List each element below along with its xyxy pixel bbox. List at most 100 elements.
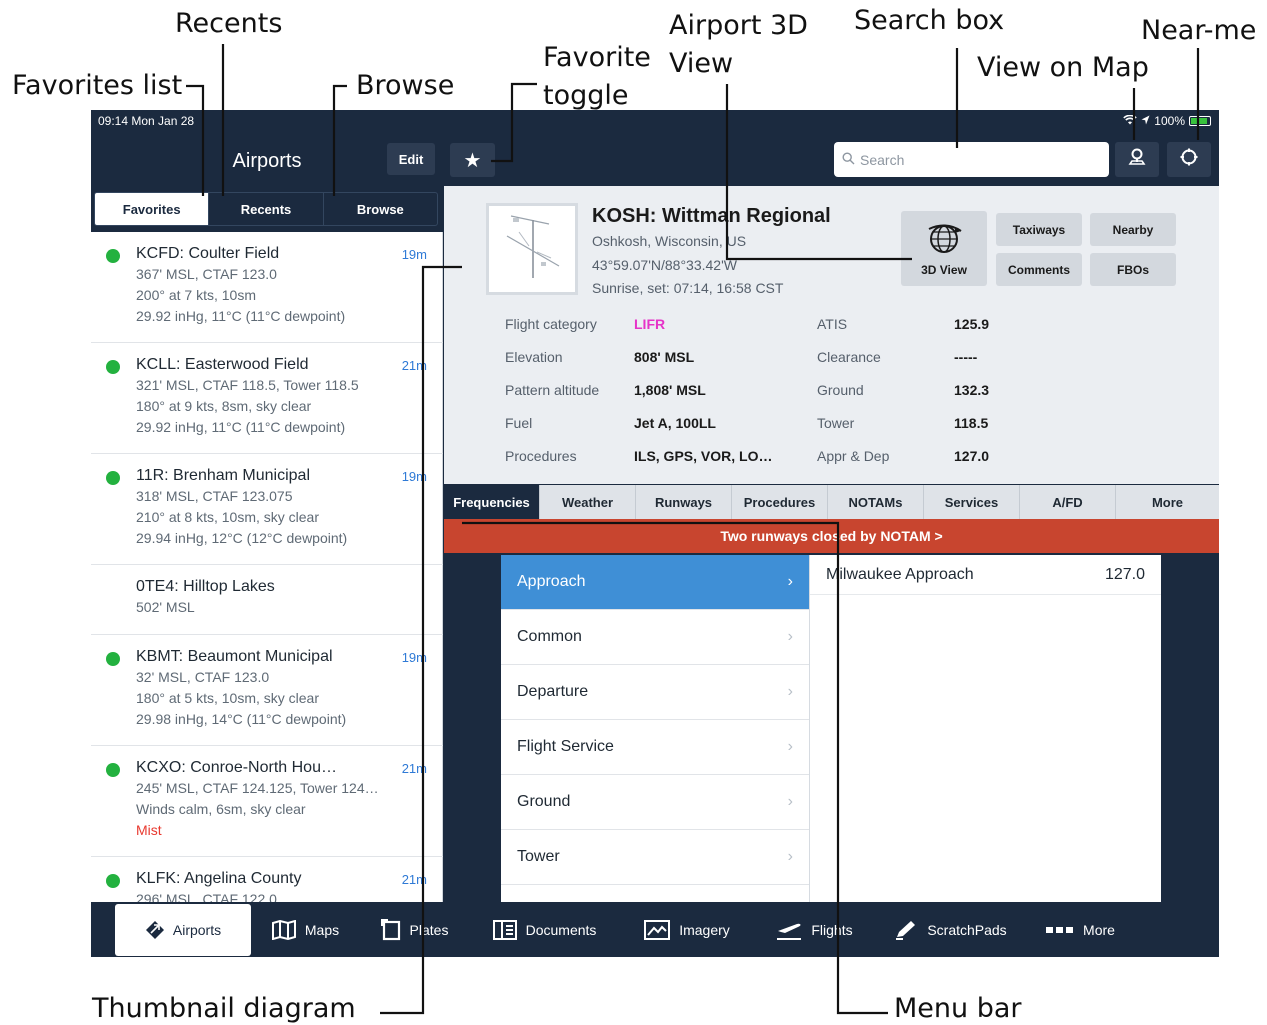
freq-category-flight-service[interactable]: Flight Service ›	[501, 720, 809, 775]
battery-icon	[1189, 116, 1211, 126]
list-item[interactable]: 11R: Brenham Municipal 318' MSL, CTAF 12…	[91, 454, 443, 565]
chevron-right-icon: ›	[787, 628, 793, 645]
airport-coordinates: 43°59.07'N/88°33.42'W	[592, 257, 737, 273]
list-item[interactable]: KBMT: Beaumont Municipal 32' MSL, CTAF 1…	[91, 635, 443, 746]
sidebar-header: 09:14 Mon Jan 28 Airports Edit Favorites…	[91, 110, 443, 232]
status-time: 09:14 Mon Jan 28	[98, 114, 195, 128]
comments-button[interactable]: Comments	[996, 253, 1082, 286]
segment-favorites[interactable]: Favorites	[95, 193, 209, 225]
taxiways-button[interactable]: Taxiways	[996, 213, 1082, 246]
report-age: 19m	[401, 650, 427, 665]
chevron-right-icon: ›	[787, 793, 793, 810]
edit-button[interactable]: Edit	[387, 143, 435, 175]
list-item[interactable]: 0TE4: Hilltop Lakes 502' MSL	[91, 565, 443, 635]
freq-category-departure[interactable]: Departure ›	[501, 665, 809, 720]
airport-info-line: Winds calm, 6sm, sky clear	[136, 801, 306, 817]
airport-info-line: 367' MSL, CTAF 123.0	[136, 266, 277, 282]
report-age: 21m	[401, 761, 427, 776]
callout-airport-3d-line1: Airport 3D	[669, 10, 808, 41]
weather-status-dot	[106, 652, 120, 666]
freq-category-tower[interactable]: Tower ›	[501, 830, 809, 885]
list-segmented-control: Favorites Recents Browse	[94, 192, 438, 226]
chevron-right-icon: ›	[787, 848, 793, 865]
fact-value: 1,808' MSL	[634, 382, 706, 398]
list-item[interactable]: KCXO: Conroe-North Hou… 245' MSL, CTAF 1…	[91, 746, 443, 857]
tab-more[interactable]: More	[1115, 485, 1219, 519]
frequency-row[interactable]: Milwaukee Approach 127.0	[810, 555, 1161, 595]
near-me-button[interactable]	[1167, 142, 1211, 177]
fact-label: ATIS	[817, 316, 848, 332]
fact-value: 125.9	[954, 316, 990, 332]
fact-label: Appr & Dep	[817, 448, 890, 464]
nav-label: Documents	[525, 921, 597, 938]
fact-value: 132.3	[954, 382, 990, 398]
freq-category-common[interactable]: Common ›	[501, 610, 809, 665]
fact-value: 118.5	[954, 415, 989, 431]
category-label: Common	[517, 628, 582, 645]
weather-status-dot	[106, 471, 120, 485]
tab-afd[interactable]: A/FD	[1019, 485, 1115, 519]
fact-label: Elevation	[505, 349, 563, 365]
thumbnail-diagram[interactable]	[486, 203, 578, 295]
fact-value: ILS, GPS, VOR, LO…	[634, 448, 773, 464]
nav-imagery[interactable]: Imagery	[619, 904, 754, 956]
nav-plates[interactable]: Plates	[359, 904, 469, 956]
fact-label: Pattern altitude	[505, 382, 600, 398]
airport-name: KLFK: Angelina County	[136, 870, 302, 887]
tab-services[interactable]: Services	[923, 485, 1019, 519]
tab-weather[interactable]: Weather	[539, 485, 635, 519]
search-box[interactable]	[834, 142, 1109, 177]
nav-label: More	[1083, 921, 1115, 938]
segment-browse[interactable]: Browse	[322, 193, 437, 225]
tab-notams[interactable]: NOTAMs	[827, 485, 923, 519]
notam-banner[interactable]: Two runways closed by NOTAM >	[444, 519, 1219, 553]
nearby-button[interactable]: Nearby	[1090, 213, 1176, 246]
segment-recents[interactable]: Recents	[208, 193, 322, 225]
report-age: 19m	[401, 247, 427, 262]
fbos-button[interactable]: FBOs	[1090, 253, 1176, 286]
callout-favorite-toggle-line1: Favorite	[543, 42, 651, 73]
search-input[interactable]	[860, 151, 1090, 168]
nav-airports[interactable]: Airports	[115, 903, 251, 956]
freq-category-approach[interactable]: Approach ›	[501, 555, 809, 610]
fact-label: Ground	[817, 382, 864, 398]
airport-info-line: 210° at 8 kts, 10sm, sky clear	[136, 509, 320, 525]
tab-procedures[interactable]: Procedures	[731, 485, 827, 519]
list-item[interactable]: KCFD: Coulter Field 367' MSL, CTAF 123.0…	[91, 232, 443, 343]
frequency-value: 127.0	[1104, 565, 1145, 583]
callout-recents: Recents	[175, 8, 283, 39]
fact-value: 127.0	[954, 448, 990, 464]
tab-frequencies[interactable]: Frequencies	[444, 485, 539, 519]
freq-category-ground[interactable]: Ground ›	[501, 775, 809, 830]
callout-near-me: Near-me	[1141, 15, 1257, 46]
frequencies-panel: Approach › Common › Departure › Flight Serv…	[444, 553, 1219, 902]
frequency-detail-list: Milwaukee Approach 127.0	[809, 555, 1161, 902]
nav-flights[interactable]: Flights	[754, 904, 874, 956]
airport-info-line: 29.92 inHg, 11°C (11°C dewpoint)	[136, 308, 346, 324]
tab-runways[interactable]: Runways	[635, 485, 731, 519]
nav-label: Airports	[172, 921, 222, 938]
wifi-icon	[1123, 114, 1138, 128]
nav-scratchpads[interactable]: ScratchPads	[874, 904, 1026, 956]
3d-view-button[interactable]: 3D View	[901, 211, 987, 286]
fact-label: Clearance	[817, 349, 881, 365]
airport-name: KBMT: Beaumont Municipal	[136, 648, 333, 665]
callout-menu-bar: Menu bar	[894, 993, 1022, 1024]
airports-sidebar: 09:14 Mon Jan 28 Airports Edit Favorites…	[91, 110, 443, 902]
list-item[interactable]: KCLL: Easterwood Field 321' MSL, CTAF 11…	[91, 343, 443, 454]
airport-name: KCXO: Conroe-North Hou…	[136, 759, 337, 776]
weather-warning: Mist	[136, 822, 162, 838]
favorite-toggle-button[interactable]: ★	[450, 143, 495, 177]
nav-documents[interactable]: Documents	[469, 904, 619, 956]
airport-info-line: 180° at 9 kts, 8sm, sky clear	[136, 398, 312, 414]
list-item[interactable]: KLFK: Angelina County 296' MSL, CTAF 122…	[91, 857, 443, 902]
view-on-map-button[interactable]	[1115, 142, 1159, 177]
nav-maps[interactable]: Maps	[251, 904, 359, 956]
category-label: Ground	[517, 793, 571, 810]
nav-more[interactable]: More	[1026, 904, 1134, 956]
nav-label: Plates	[409, 921, 449, 938]
airport-location: Oshkosh, Wisconsin, US	[592, 233, 747, 249]
nav-label: Flights	[811, 921, 853, 938]
airport-title: KOSH: Wittman Regional	[592, 205, 831, 227]
airport-name: KCFD: Coulter Field	[136, 245, 280, 262]
